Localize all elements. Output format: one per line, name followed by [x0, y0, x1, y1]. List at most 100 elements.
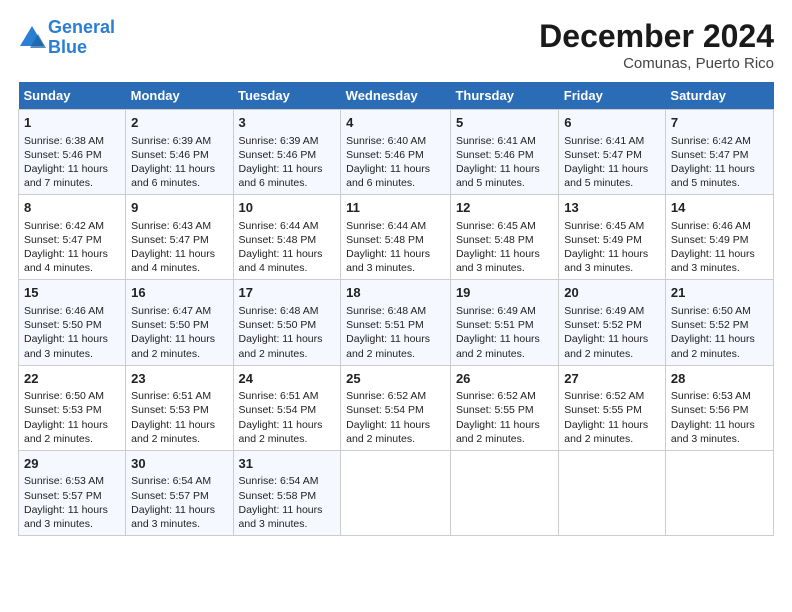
calendar-day-10: 10Sunrise: 6:44 AMSunset: 5:48 PMDayligh… — [233, 195, 341, 280]
daylight-text: Daylight: 11 hours and 2 minutes. — [564, 419, 648, 445]
calendar-day-6: 6Sunrise: 6:41 AMSunset: 5:47 PMDaylight… — [559, 110, 666, 195]
sunset-text: Sunset: 5:48 PM — [456, 234, 534, 246]
daylight-text: Daylight: 11 hours and 4 minutes. — [131, 248, 215, 274]
sunrise-text: Sunrise: 6:41 AM — [564, 135, 644, 147]
title-block: December 2024 Comunas, Puerto Rico — [539, 18, 774, 72]
sunrise-text: Sunrise: 6:44 AM — [239, 220, 319, 232]
calendar-day-5: 5Sunrise: 6:41 AMSunset: 5:46 PMDaylight… — [450, 110, 558, 195]
day-header-thursday: Thursday — [450, 82, 558, 110]
day-number: 30 — [131, 455, 227, 473]
calendar-day-29: 29Sunrise: 6:53 AMSunset: 5:57 PMDayligh… — [19, 450, 126, 535]
sunrise-text: Sunrise: 6:47 AM — [131, 305, 211, 317]
sunset-text: Sunset: 5:50 PM — [131, 319, 209, 331]
day-number: 14 — [671, 199, 768, 217]
sunset-text: Sunset: 5:58 PM — [239, 490, 317, 502]
sunrise-text: Sunrise: 6:54 AM — [131, 475, 211, 487]
logo-icon — [18, 24, 46, 52]
sunset-text: Sunset: 5:48 PM — [239, 234, 317, 246]
day-number: 3 — [239, 114, 336, 132]
calendar-header-row: SundayMondayTuesdayWednesdayThursdayFrid… — [19, 82, 774, 110]
sunset-text: Sunset: 5:49 PM — [564, 234, 642, 246]
sunset-text: Sunset: 5:47 PM — [131, 234, 209, 246]
calendar-day-18: 18Sunrise: 6:48 AMSunset: 5:51 PMDayligh… — [341, 280, 451, 365]
daylight-text: Daylight: 11 hours and 3 minutes. — [346, 248, 430, 274]
daylight-text: Daylight: 11 hours and 3 minutes. — [239, 504, 323, 530]
sunset-text: Sunset: 5:47 PM — [564, 149, 642, 161]
sunrise-text: Sunrise: 6:39 AM — [239, 135, 319, 147]
calendar-day-24: 24Sunrise: 6:51 AMSunset: 5:54 PMDayligh… — [233, 365, 341, 450]
daylight-text: Daylight: 11 hours and 4 minutes. — [239, 248, 323, 274]
calendar-day-3: 3Sunrise: 6:39 AMSunset: 5:46 PMDaylight… — [233, 110, 341, 195]
daylight-text: Daylight: 11 hours and 6 minutes. — [239, 163, 323, 189]
daylight-text: Daylight: 11 hours and 3 minutes. — [671, 419, 755, 445]
calendar-day-2: 2Sunrise: 6:39 AMSunset: 5:46 PMDaylight… — [126, 110, 233, 195]
day-number: 23 — [131, 370, 227, 388]
daylight-text: Daylight: 11 hours and 3 minutes. — [131, 504, 215, 530]
day-number: 28 — [671, 370, 768, 388]
day-number: 31 — [239, 455, 336, 473]
day-number: 8 — [24, 199, 120, 217]
calendar-day-19: 19Sunrise: 6:49 AMSunset: 5:51 PMDayligh… — [450, 280, 558, 365]
empty-cell — [665, 450, 773, 535]
calendar-day-16: 16Sunrise: 6:47 AMSunset: 5:50 PMDayligh… — [126, 280, 233, 365]
sunset-text: Sunset: 5:51 PM — [456, 319, 534, 331]
daylight-text: Daylight: 11 hours and 3 minutes. — [24, 333, 108, 359]
sunset-text: Sunset: 5:47 PM — [671, 149, 749, 161]
sunset-text: Sunset: 5:53 PM — [24, 404, 102, 416]
daylight-text: Daylight: 11 hours and 3 minutes. — [671, 248, 755, 274]
location: Comunas, Puerto Rico — [539, 55, 774, 72]
sunrise-text: Sunrise: 6:52 AM — [564, 390, 644, 402]
daylight-text: Daylight: 11 hours and 2 minutes. — [131, 419, 215, 445]
sunset-text: Sunset: 5:46 PM — [24, 149, 102, 161]
sunset-text: Sunset: 5:49 PM — [671, 234, 749, 246]
logo: General Blue — [18, 18, 115, 58]
sunset-text: Sunset: 5:50 PM — [24, 319, 102, 331]
day-number: 11 — [346, 199, 445, 217]
sunset-text: Sunset: 5:57 PM — [24, 490, 102, 502]
sunrise-text: Sunrise: 6:48 AM — [346, 305, 426, 317]
day-number: 5 — [456, 114, 553, 132]
sunrise-text: Sunrise: 6:46 AM — [671, 220, 751, 232]
sunrise-text: Sunrise: 6:45 AM — [564, 220, 644, 232]
day-number: 16 — [131, 284, 227, 302]
calendar-week-1: 1Sunrise: 6:38 AMSunset: 5:46 PMDaylight… — [19, 110, 774, 195]
sunrise-text: Sunrise: 6:52 AM — [346, 390, 426, 402]
calendar-day-26: 26Sunrise: 6:52 AMSunset: 5:55 PMDayligh… — [450, 365, 558, 450]
empty-cell — [341, 450, 451, 535]
day-number: 12 — [456, 199, 553, 217]
sunrise-text: Sunrise: 6:54 AM — [239, 475, 319, 487]
calendar-day-1: 1Sunrise: 6:38 AMSunset: 5:46 PMDaylight… — [19, 110, 126, 195]
daylight-text: Daylight: 11 hours and 2 minutes. — [24, 419, 108, 445]
daylight-text: Daylight: 11 hours and 6 minutes. — [131, 163, 215, 189]
day-header-wednesday: Wednesday — [341, 82, 451, 110]
calendar-day-15: 15Sunrise: 6:46 AMSunset: 5:50 PMDayligh… — [19, 280, 126, 365]
day-number: 7 — [671, 114, 768, 132]
sunrise-text: Sunrise: 6:48 AM — [239, 305, 319, 317]
calendar-day-23: 23Sunrise: 6:51 AMSunset: 5:53 PMDayligh… — [126, 365, 233, 450]
calendar-day-22: 22Sunrise: 6:50 AMSunset: 5:53 PMDayligh… — [19, 365, 126, 450]
sunrise-text: Sunrise: 6:45 AM — [456, 220, 536, 232]
daylight-text: Daylight: 11 hours and 2 minutes. — [346, 333, 430, 359]
sunset-text: Sunset: 5:54 PM — [346, 404, 424, 416]
calendar-day-27: 27Sunrise: 6:52 AMSunset: 5:55 PMDayligh… — [559, 365, 666, 450]
calendar-day-28: 28Sunrise: 6:53 AMSunset: 5:56 PMDayligh… — [665, 365, 773, 450]
sunrise-text: Sunrise: 6:53 AM — [24, 475, 104, 487]
sunrise-text: Sunrise: 6:49 AM — [456, 305, 536, 317]
day-number: 29 — [24, 455, 120, 473]
sunset-text: Sunset: 5:57 PM — [131, 490, 209, 502]
calendar-day-8: 8Sunrise: 6:42 AMSunset: 5:47 PMDaylight… — [19, 195, 126, 280]
sunset-text: Sunset: 5:46 PM — [346, 149, 424, 161]
sunrise-text: Sunrise: 6:49 AM — [564, 305, 644, 317]
calendar-week-2: 8Sunrise: 6:42 AMSunset: 5:47 PMDaylight… — [19, 195, 774, 280]
sunrise-text: Sunrise: 6:41 AM — [456, 135, 536, 147]
day-number: 20 — [564, 284, 660, 302]
day-number: 1 — [24, 114, 120, 132]
sunrise-text: Sunrise: 6:40 AM — [346, 135, 426, 147]
daylight-text: Daylight: 11 hours and 2 minutes. — [239, 419, 323, 445]
day-header-tuesday: Tuesday — [233, 82, 341, 110]
calendar-day-4: 4Sunrise: 6:40 AMSunset: 5:46 PMDaylight… — [341, 110, 451, 195]
calendar-day-20: 20Sunrise: 6:49 AMSunset: 5:52 PMDayligh… — [559, 280, 666, 365]
day-number: 6 — [564, 114, 660, 132]
daylight-text: Daylight: 11 hours and 3 minutes. — [456, 248, 540, 274]
daylight-text: Daylight: 11 hours and 5 minutes. — [671, 163, 755, 189]
